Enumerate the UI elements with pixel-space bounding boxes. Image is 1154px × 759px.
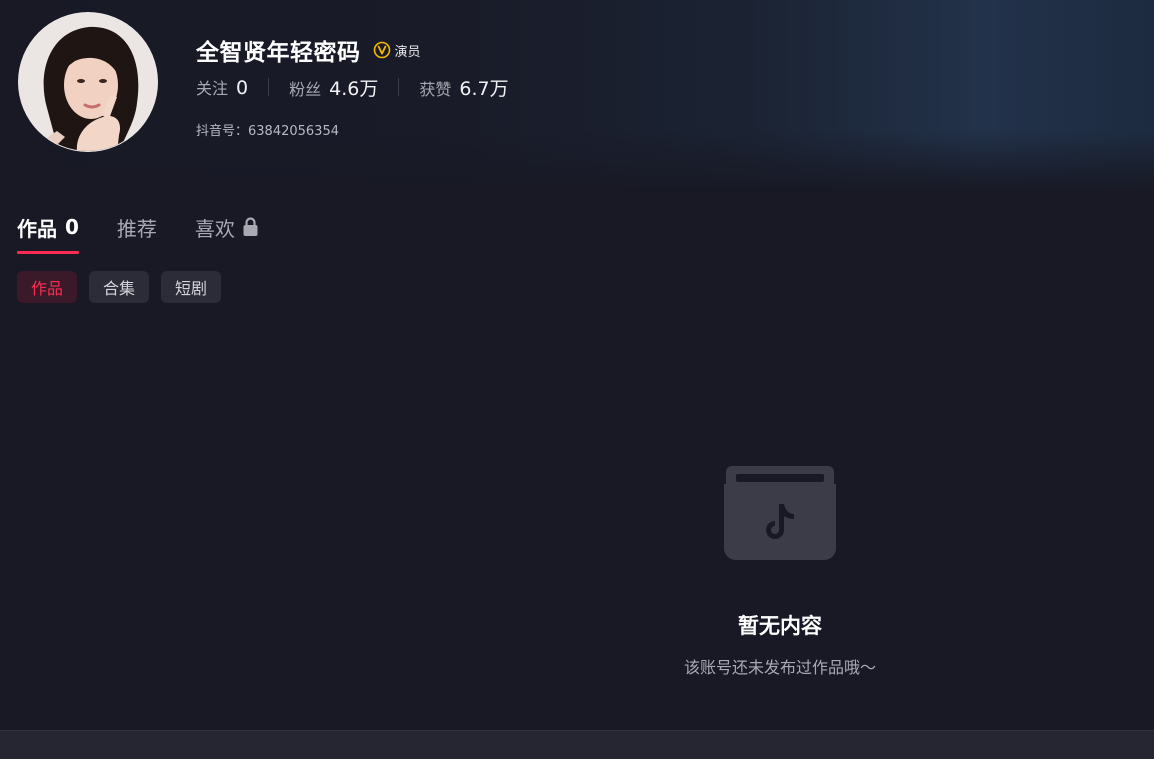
verified-v-icon bbox=[373, 41, 390, 59]
empty-state-subtitle: 该账号还未发布过作品哦～ bbox=[683, 658, 876, 677]
bottom-bar bbox=[0, 730, 1154, 759]
tab-recommend-label: 推荐 bbox=[116, 216, 157, 241]
tab-recommend[interactable]: 推荐 bbox=[117, 200, 157, 254]
verification-badge[interactable]: 演员 bbox=[373, 41, 421, 60]
profile-tabs: 作品 0 推荐 喜欢 bbox=[17, 200, 297, 256]
stat-likes-label: 获赞 bbox=[419, 79, 452, 99]
chip-collections[interactable]: 合集 bbox=[89, 271, 150, 303]
tab-likes[interactable]: 喜欢 bbox=[195, 200, 259, 254]
tab-works-label: 作品 bbox=[17, 216, 57, 241]
douyin-id: 抖音号：63842056354 bbox=[196, 124, 339, 139]
stat-likes[interactable]: 获赞 6.7万 bbox=[419, 74, 508, 101]
avatar[interactable] bbox=[18, 12, 158, 152]
profile-header-background bbox=[0, 0, 1154, 190]
lock-icon bbox=[243, 217, 258, 236]
tab-likes-label: 喜欢 bbox=[194, 216, 235, 241]
tab-works[interactable]: 作品 0 bbox=[17, 200, 79, 254]
empty-folder-icon bbox=[724, 466, 836, 560]
stat-followers[interactable]: 粉丝 4.6万 bbox=[289, 74, 378, 101]
chip-short-dramas[interactable]: 短剧 bbox=[161, 271, 222, 303]
avatar-image bbox=[19, 13, 157, 151]
stat-divider bbox=[268, 78, 270, 96]
stat-following-value: 0 bbox=[236, 77, 249, 99]
stat-following-label: 关注 bbox=[196, 79, 229, 98]
empty-state-title: 暂无内容 bbox=[738, 614, 822, 638]
profile-name-row: 全智贤年轻密码 演员 bbox=[196, 34, 421, 66]
verification-label: 演员 bbox=[394, 44, 421, 60]
stat-divider bbox=[398, 78, 400, 96]
stat-followers-label: 粉丝 bbox=[289, 79, 322, 99]
profile-stats: 关注 0 粉丝 4.6万 获赞 6.7万 bbox=[196, 74, 509, 100]
stat-following[interactable]: 关注 0 bbox=[196, 75, 248, 99]
tab-works-count: 0 bbox=[65, 215, 79, 239]
stat-followers-value: 4.6万 bbox=[329, 77, 379, 100]
works-filter-chips: 作品 合集 短剧 bbox=[17, 271, 233, 303]
chip-works[interactable]: 作品 bbox=[17, 271, 78, 303]
stat-likes-value: 6.7万 bbox=[459, 77, 509, 100]
profile-name: 全智贤年轻密码 bbox=[196, 40, 361, 66]
